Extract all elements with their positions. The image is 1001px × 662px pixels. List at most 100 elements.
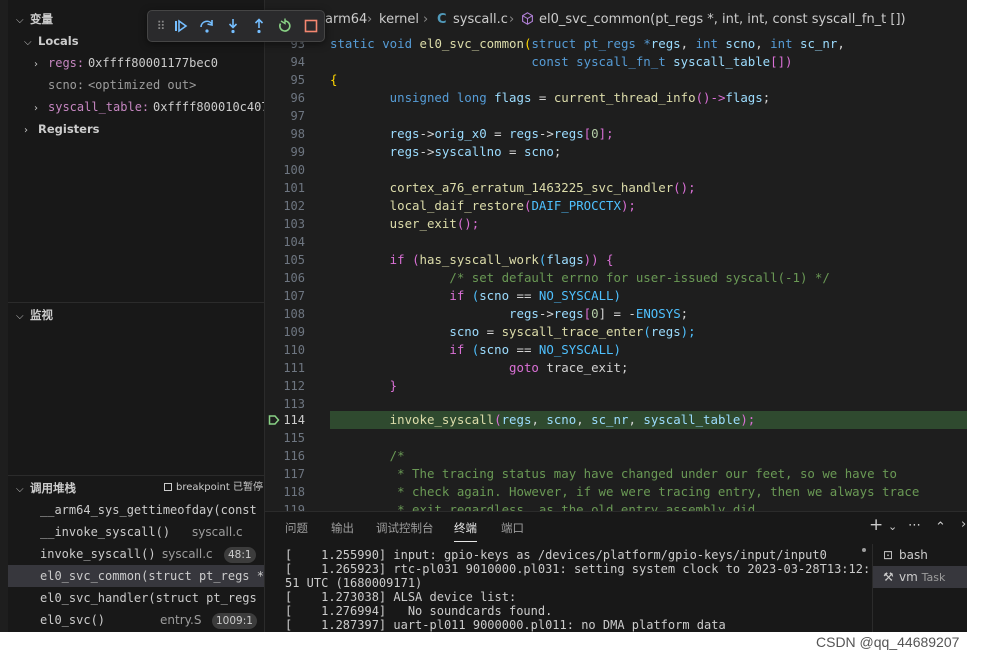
restart-button[interactable]	[272, 13, 298, 39]
step-over-button[interactable]	[194, 13, 220, 39]
tab-debug-console[interactable]: 调试控制台	[376, 520, 434, 536]
code-line: cortex_a76_erratum_1463225_svc_handler()…	[330, 180, 696, 195]
line-number: 95	[290, 73, 305, 87]
breadcrumb-item-arm64[interactable]: arm64	[325, 9, 367, 31]
callstack-frame[interactable]: invoke_syscall() syscall.c 48:1	[8, 543, 264, 565]
variable-scno[interactable]: scno: <optimized out>	[48, 74, 196, 96]
code-line: * check again. However, if we were traci…	[330, 484, 920, 499]
line-number: 96	[290, 91, 305, 105]
tools-icon: ⚒	[883, 570, 894, 584]
divider	[8, 475, 264, 476]
tab-output[interactable]: 输出	[331, 520, 354, 536]
terminal-line: [ 1.273038] ALSA device list:	[285, 590, 517, 604]
terminal-line: [ 1.255990] input: gpio-keys as /devices…	[285, 548, 827, 562]
pause-icon	[164, 483, 172, 491]
line-number: 105	[283, 253, 305, 267]
line-number: 94	[290, 55, 305, 69]
step-out-icon	[254, 18, 264, 34]
callstack-frame[interactable]: __invoke_syscall() syscall.c	[8, 521, 264, 543]
terminal-line: 51 UTC (1680009171)	[285, 576, 423, 590]
code-line: if (has_syscall_work(flags)) {	[330, 252, 614, 267]
code-line: }	[330, 378, 398, 393]
code-line: static void el0_svc_common(struct pt_reg…	[330, 36, 845, 51]
line-number: 100	[283, 163, 305, 177]
line-number: 115	[283, 431, 305, 445]
chevron-right-icon: ›	[34, 59, 38, 70]
code-editor[interactable]: 93 94 95 96 97 98 99 100 101 102 103 104…	[265, 31, 967, 511]
line-column-badge: 1009:1	[212, 613, 257, 629]
terminal-item-vm[interactable]: ⚒ vm Task	[873, 566, 967, 588]
line-number: 116	[283, 449, 305, 463]
tab-problems[interactable]: 问题	[285, 520, 308, 536]
registers-scope[interactable]: › Registers	[24, 118, 100, 140]
line-number: 101	[283, 181, 305, 195]
code-line: regs->regs[0] = -ENOSYS;	[330, 306, 689, 321]
method-icon	[521, 9, 534, 31]
variables-section-header[interactable]: ⌵ 变量	[16, 8, 53, 30]
callstack-frame-selected[interactable]: el0_svc_common(struct pt_regs * re	[8, 565, 264, 587]
line-number: 97	[290, 109, 305, 123]
chevron-down-icon: ⌵	[24, 37, 32, 48]
terminal-line: [ 1.265923] rtc-pl031 9010000.pl031: set…	[285, 562, 870, 576]
continue-button[interactable]	[168, 13, 194, 39]
code-line: * exit regardless, as the old entry asse…	[330, 502, 763, 511]
code-line: scno = syscall_trace_enter(regs);	[330, 324, 696, 339]
code-line-current: invoke_syscall(regs, scno, sc_nr, syscal…	[330, 412, 756, 427]
breadcrumb-item-symbol[interactable]: el0_svc_common(pt_regs *, int, int, cons…	[539, 9, 906, 31]
chevron-down-icon[interactable]: ⌄	[888, 520, 897, 533]
line-number: 118	[283, 485, 305, 499]
code-line: unsigned long flags = current_thread_inf…	[330, 90, 771, 105]
chevron-right-icon[interactable]: ›	[961, 517, 966, 532]
tab-terminal[interactable]: 终端	[454, 520, 477, 542]
line-number: 109	[283, 325, 305, 339]
breadcrumb-item-file[interactable]: syscall.c	[453, 9, 508, 31]
code-line: user_exit();	[330, 216, 480, 231]
locals-scope[interactable]: ⌵ Locals	[24, 30, 79, 52]
code-line: if (scno == NO_SYSCALL)	[330, 342, 621, 357]
code-line: const syscall_fn_t syscall_table[])	[330, 54, 793, 69]
step-into-button[interactable]	[220, 13, 246, 39]
chevron-right-icon: ›	[367, 12, 373, 27]
line-number: 102	[283, 199, 305, 213]
chevron-down-icon: ⌵	[16, 484, 24, 495]
step-over-icon	[200, 20, 213, 33]
bottom-panel: 问题 输出 调试控制台 终端 端口 + ⌄ ⋯ ⌃ › [ 1.255990] …	[265, 511, 967, 632]
callstack-frame[interactable]: el0_svc_handler(struct pt_regs * r	[8, 587, 264, 609]
breadcrumb-item-kernel[interactable]: kernel	[379, 9, 419, 31]
tab-ports[interactable]: 端口	[501, 520, 524, 536]
code-line: if (scno == NO_SYSCALL)	[330, 288, 621, 303]
chevron-right-icon: ›	[24, 125, 28, 136]
code-line: local_daif_restore(DAIF_PROCCTX);	[330, 198, 636, 213]
continue-icon	[175, 19, 188, 33]
terminal-status-dot	[862, 548, 866, 552]
terminal-output[interactable]: [ 1.255990] input: gpio-keys as /devices…	[265, 544, 870, 632]
line-number: 108	[283, 307, 305, 321]
code-line: * The tracing status may have changed un…	[330, 466, 897, 481]
line-number: 112	[283, 379, 305, 393]
more-actions-button[interactable]: ⋯	[908, 518, 921, 533]
line-number: 110	[283, 343, 305, 357]
maximize-panel-button[interactable]: ⌃	[935, 520, 946, 535]
line-number: 104	[283, 235, 305, 249]
terminal-list: ⊡ bash ⚒ vm Task	[872, 544, 967, 632]
step-out-button[interactable]	[246, 13, 272, 39]
code-line: {	[330, 72, 338, 87]
stop-icon	[304, 19, 318, 33]
callstack-frame[interactable]: __arm64_sys_gettimeofday(const stru	[8, 499, 264, 521]
line-number: 99	[290, 145, 305, 159]
debug-toolbar: ⠿	[147, 10, 325, 42]
stop-button[interactable]	[298, 13, 324, 39]
watermark: CSDN @qq_44689207	[816, 634, 960, 650]
watch-section-header[interactable]: ⌵ 监视	[16, 304, 53, 326]
debug-stopped-arrow-icon[interactable]	[268, 414, 280, 426]
callstack-section-header[interactable]: ⌵ 调用堆栈	[16, 477, 76, 499]
terminal-line: [ 1.287397] uart-pl011 9000000.pl011: no…	[285, 618, 726, 632]
variable-regs[interactable]: › regs: 0xffff80001177bec0	[34, 52, 218, 74]
variable-syscall-table[interactable]: ›syscall_table: 0xffff800010c407f...	[34, 96, 264, 118]
callstack-frame[interactable]: el0_svc() entry.S 1009:1	[8, 609, 264, 631]
new-terminal-button[interactable]: +	[869, 515, 883, 535]
drag-handle-icon[interactable]: ⠿	[154, 13, 168, 39]
terminal-item-bash[interactable]: ⊡ bash	[873, 544, 967, 566]
c-file-icon: C	[437, 12, 447, 27]
code-line: regs->syscallno = scno;	[330, 144, 562, 159]
